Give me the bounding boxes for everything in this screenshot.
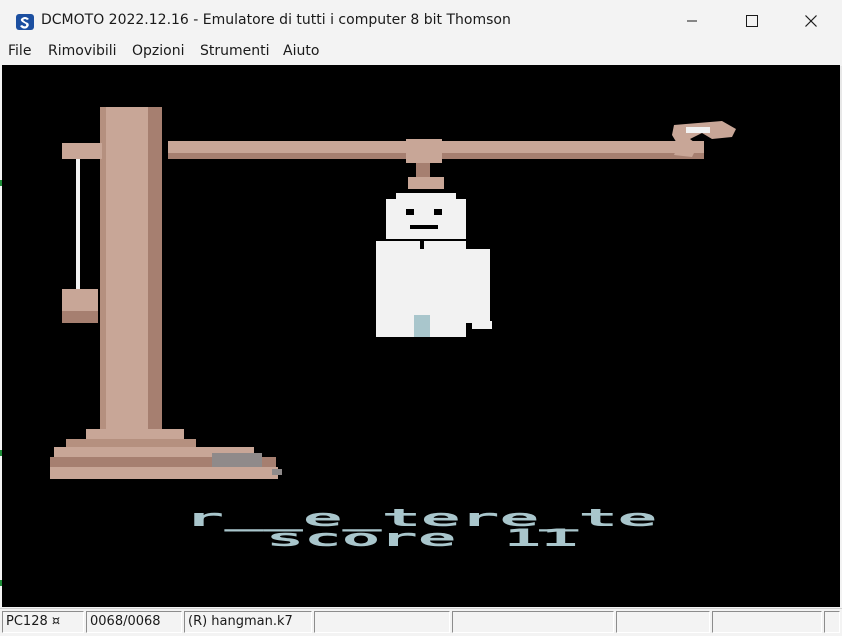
status-pane-empty — [314, 611, 450, 633]
status-pane-empty — [712, 611, 822, 633]
dcmoto-app-icon[interactable] — [14, 11, 36, 33]
title-bar[interactable]: DCMOTO 2022.12.16 - Emulatore di tutti i… — [0, 0, 842, 42]
menu-strumenti[interactable]: Strumenti — [200, 43, 270, 59]
menu-opzioni[interactable]: Opzioni — [132, 43, 184, 59]
emulator-screen[interactable]: r__e_tere_te score 11 — [2, 65, 840, 607]
status-file: (R) hangman.k7 — [184, 611, 312, 633]
maximize-icon — [746, 15, 758, 27]
status-pane-empty — [452, 611, 614, 633]
size-grip[interactable] — [824, 611, 840, 633]
status-counter: 0068/0068 — [86, 611, 182, 633]
minimize-button[interactable] — [669, 0, 715, 42]
minimize-icon — [687, 20, 697, 22]
menu-bar: File Rimovibili Opzioni Strumenti Aiuto — [0, 42, 842, 64]
status-bar: PC128 ¤ 0068/0068 (R) hangman.k7 — [0, 608, 842, 636]
close-button[interactable] — [788, 0, 834, 42]
score-label: score — [266, 524, 456, 552]
maximize-button[interactable] — [729, 0, 775, 42]
window-title: DCMOTO 2022.12.16 - Emulatore di tutti i… — [41, 12, 511, 28]
hangman-scene: r__e_tere_te score 11 — [50, 107, 736, 552]
app-window: DCMOTO 2022.12.16 - Emulatore di tutti i… — [0, 0, 842, 636]
status-machine: PC128 ¤ — [2, 611, 84, 633]
menu-file[interactable]: File — [8, 43, 31, 59]
menu-rimovibili[interactable]: Rimovibili — [48, 43, 117, 59]
menu-aiuto[interactable]: Aiuto — [283, 43, 319, 59]
status-pane-empty — [616, 611, 710, 633]
hanged-man — [376, 193, 492, 337]
score-value: 11 — [504, 524, 578, 552]
close-icon — [805, 15, 817, 27]
